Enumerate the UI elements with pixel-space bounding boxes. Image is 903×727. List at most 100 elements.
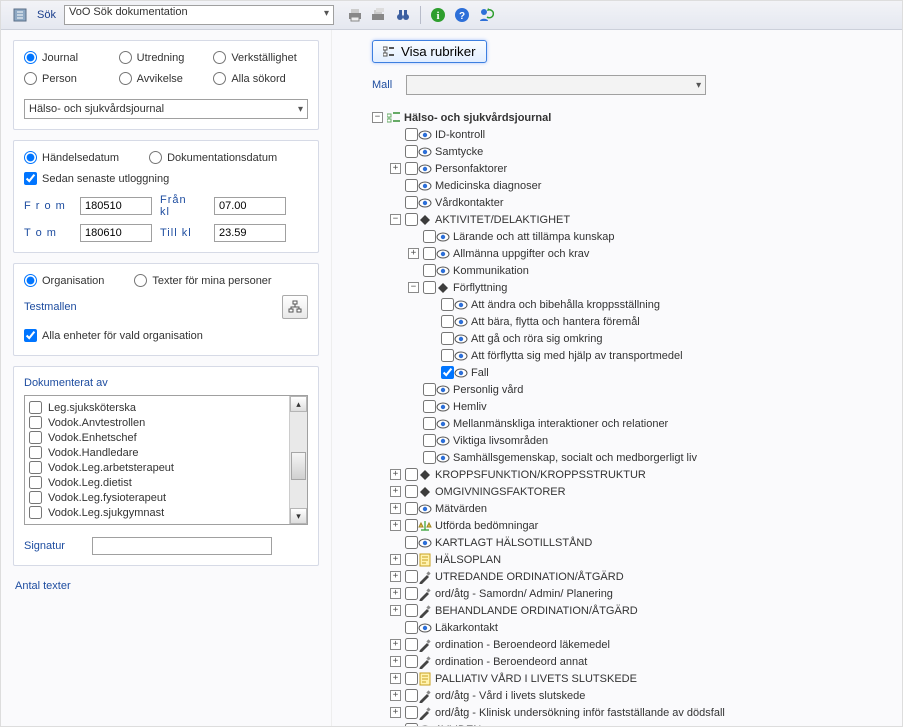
tree-row[interactable]: +Utförda bedömningar — [372, 517, 890, 534]
tree-checkbox[interactable] — [405, 196, 418, 209]
tree-checkbox[interactable] — [441, 349, 454, 362]
radio-dokumentationsdatum[interactable]: Dokumentationsdatum — [149, 151, 277, 164]
journal-type-select[interactable]: Hälso- och sjukvårdsjournal — [24, 99, 308, 119]
expand-icon[interactable]: + — [390, 554, 401, 565]
tree-checkbox[interactable] — [405, 655, 418, 668]
tree-checkbox[interactable] — [405, 145, 418, 158]
radio-journal[interactable]: Journal — [24, 51, 119, 64]
tree-row[interactable]: Samhällsgemenskap, socialt och medborger… — [372, 449, 890, 466]
tree-checkbox[interactable] — [441, 315, 454, 328]
tree-row[interactable]: Lärande och att tillämpa kunskap — [372, 228, 890, 245]
tree-row[interactable]: Kommunikation — [372, 262, 890, 279]
to-time-input[interactable] — [214, 224, 286, 242]
tree-checkbox[interactable] — [405, 723, 418, 726]
help-icon[interactable]: ? — [453, 6, 471, 24]
tree-row[interactable]: +PALLIATIV VÅRD I LIVETS SLUTSKEDE — [372, 670, 890, 687]
tree-checkbox[interactable] — [423, 264, 436, 277]
expand-icon[interactable]: + — [390, 469, 401, 480]
to-date-input[interactable] — [80, 224, 152, 242]
tree-row[interactable]: Läkarkontakt — [372, 619, 890, 636]
radio-utredning[interactable]: Utredning — [119, 51, 214, 64]
tree-checkbox[interactable] — [441, 332, 454, 345]
tree-row[interactable]: +Allmänna uppgifter och krav — [372, 245, 890, 262]
tree-row[interactable]: +ordination - Beroendeord annat — [372, 653, 890, 670]
role-checkbox[interactable] — [29, 491, 42, 504]
roles-listbox[interactable]: Leg.sjuksköterskaVodok.Anvtestrollen Vodo… — [24, 395, 308, 525]
tree-row[interactable]: +Mätvärden — [372, 500, 890, 517]
list-item[interactable]: Leg.sjuksköterska — [29, 400, 285, 415]
tree-checkbox[interactable] — [405, 128, 418, 141]
tree-checkbox[interactable] — [405, 706, 418, 719]
role-checkbox[interactable] — [29, 506, 42, 519]
tree-checkbox[interactable] — [405, 162, 418, 175]
tree-checkbox[interactable] — [405, 179, 418, 192]
tree-row[interactable]: Medicinska diagnoser — [372, 177, 890, 194]
expand-icon[interactable]: + — [390, 605, 401, 616]
tree-checkbox[interactable] — [405, 553, 418, 566]
tree-row[interactable]: +KROPPSFUNKTION/KROPPSSTRUKTUR — [372, 466, 890, 483]
tree-row[interactable]: Att bära, flytta och hantera föremål — [372, 313, 890, 330]
tree-checkbox[interactable] — [423, 434, 436, 447]
tree-row[interactable]: Samtycke — [372, 143, 890, 160]
expand-icon[interactable]: + — [390, 639, 401, 650]
tree-checkbox[interactable] — [423, 417, 436, 430]
binoculars-icon[interactable] — [394, 6, 412, 24]
tree-checkbox[interactable] — [405, 638, 418, 651]
visa-rubriker-button[interactable]: Visa rubriker — [372, 40, 487, 63]
list-item[interactable]: Vodok.Leg.dietist — [29, 475, 285, 490]
tree-row[interactable]: Att gå och röra sig omkring — [372, 330, 890, 347]
roles-scrollbar[interactable]: ▴ ▾ — [289, 396, 307, 524]
print-multi-icon[interactable] — [370, 6, 388, 24]
tree-checkbox[interactable] — [405, 570, 418, 583]
tree-row[interactable]: Fall — [372, 364, 890, 381]
radio-organisation[interactable]: Organisation — [24, 274, 104, 287]
list-item[interactable]: Vodok.Anvtestrollen — [29, 415, 285, 430]
info-icon[interactable]: i — [429, 6, 447, 24]
expand-icon[interactable]: + — [390, 571, 401, 582]
scroll-thumb[interactable] — [291, 452, 306, 480]
scroll-down-button[interactable]: ▾ — [290, 508, 307, 524]
tree-checkbox[interactable] — [405, 485, 418, 498]
tree-checkbox[interactable] — [405, 213, 418, 226]
expand-icon[interactable]: + — [408, 248, 419, 259]
check-sedan-senaste[interactable]: Sedan senaste utloggning — [24, 172, 169, 185]
toolbar-app-icon[interactable] — [11, 6, 29, 24]
radio-verkstallighet[interactable]: Verkställighet — [213, 51, 308, 64]
tree-checkbox[interactable] — [405, 519, 418, 532]
tree-row[interactable]: Viktiga livsområden — [372, 432, 890, 449]
tree-checkbox[interactable] — [423, 230, 436, 243]
collapse-icon[interactable]: − — [372, 112, 383, 123]
scroll-up-button[interactable]: ▴ — [290, 396, 307, 412]
tree-row[interactable]: −AKTIVITET/DELAKTIGHET — [372, 211, 890, 228]
tree-row[interactable]: +HÄLSOPLAN — [372, 551, 890, 568]
expand-icon[interactable]: + — [390, 673, 401, 684]
tree-checkbox[interactable] — [405, 672, 418, 685]
role-checkbox[interactable] — [29, 476, 42, 489]
tree-row[interactable]: +Personfaktorer — [372, 160, 890, 177]
list-item[interactable]: Vodok.Leg.fysioterapeut — [29, 490, 285, 505]
org-tree-button[interactable] — [282, 295, 308, 319]
tree-row[interactable]: KARTLAGT HÄLSOTILLSTÅND — [372, 534, 890, 551]
tree-row[interactable]: +ord/åtg - Samordn/ Admin/ Planering — [372, 585, 890, 602]
search-scope-select[interactable]: VoO Sök dokumentation — [64, 5, 334, 25]
tree-row[interactable]: Att ändra och bibehålla kroppsställning — [372, 296, 890, 313]
print-icon[interactable] — [346, 6, 364, 24]
radio-handelsedatum[interactable]: Händelsedatum — [24, 151, 119, 164]
tree-row[interactable]: Mellanmänskliga interaktioner och relati… — [372, 415, 890, 432]
radio-alla-sokord[interactable]: Alla sökord — [213, 72, 308, 85]
tree-row[interactable]: AVLIDEN — [372, 721, 890, 726]
check-alla-enheter[interactable]: Alla enheter för vald organisation — [24, 329, 203, 342]
tree-checkbox[interactable] — [423, 400, 436, 413]
role-checkbox[interactable] — [29, 416, 42, 429]
expand-icon[interactable]: + — [390, 163, 401, 174]
tree-row[interactable]: +BEHANDLANDE ORDINATION/ÅTGÄRD — [372, 602, 890, 619]
tree-checkbox[interactable] — [405, 689, 418, 702]
collapse-icon[interactable]: − — [408, 282, 419, 293]
tree-checkbox[interactable] — [405, 604, 418, 617]
tree-row[interactable]: +ordination - Beroendeord läkemedel — [372, 636, 890, 653]
from-time-input[interactable] — [214, 197, 286, 215]
expand-icon[interactable]: + — [390, 588, 401, 599]
tree-row[interactable]: Personlig vård — [372, 381, 890, 398]
tree-checkbox[interactable] — [405, 536, 418, 549]
tree-row[interactable]: −Förflyttning — [372, 279, 890, 296]
